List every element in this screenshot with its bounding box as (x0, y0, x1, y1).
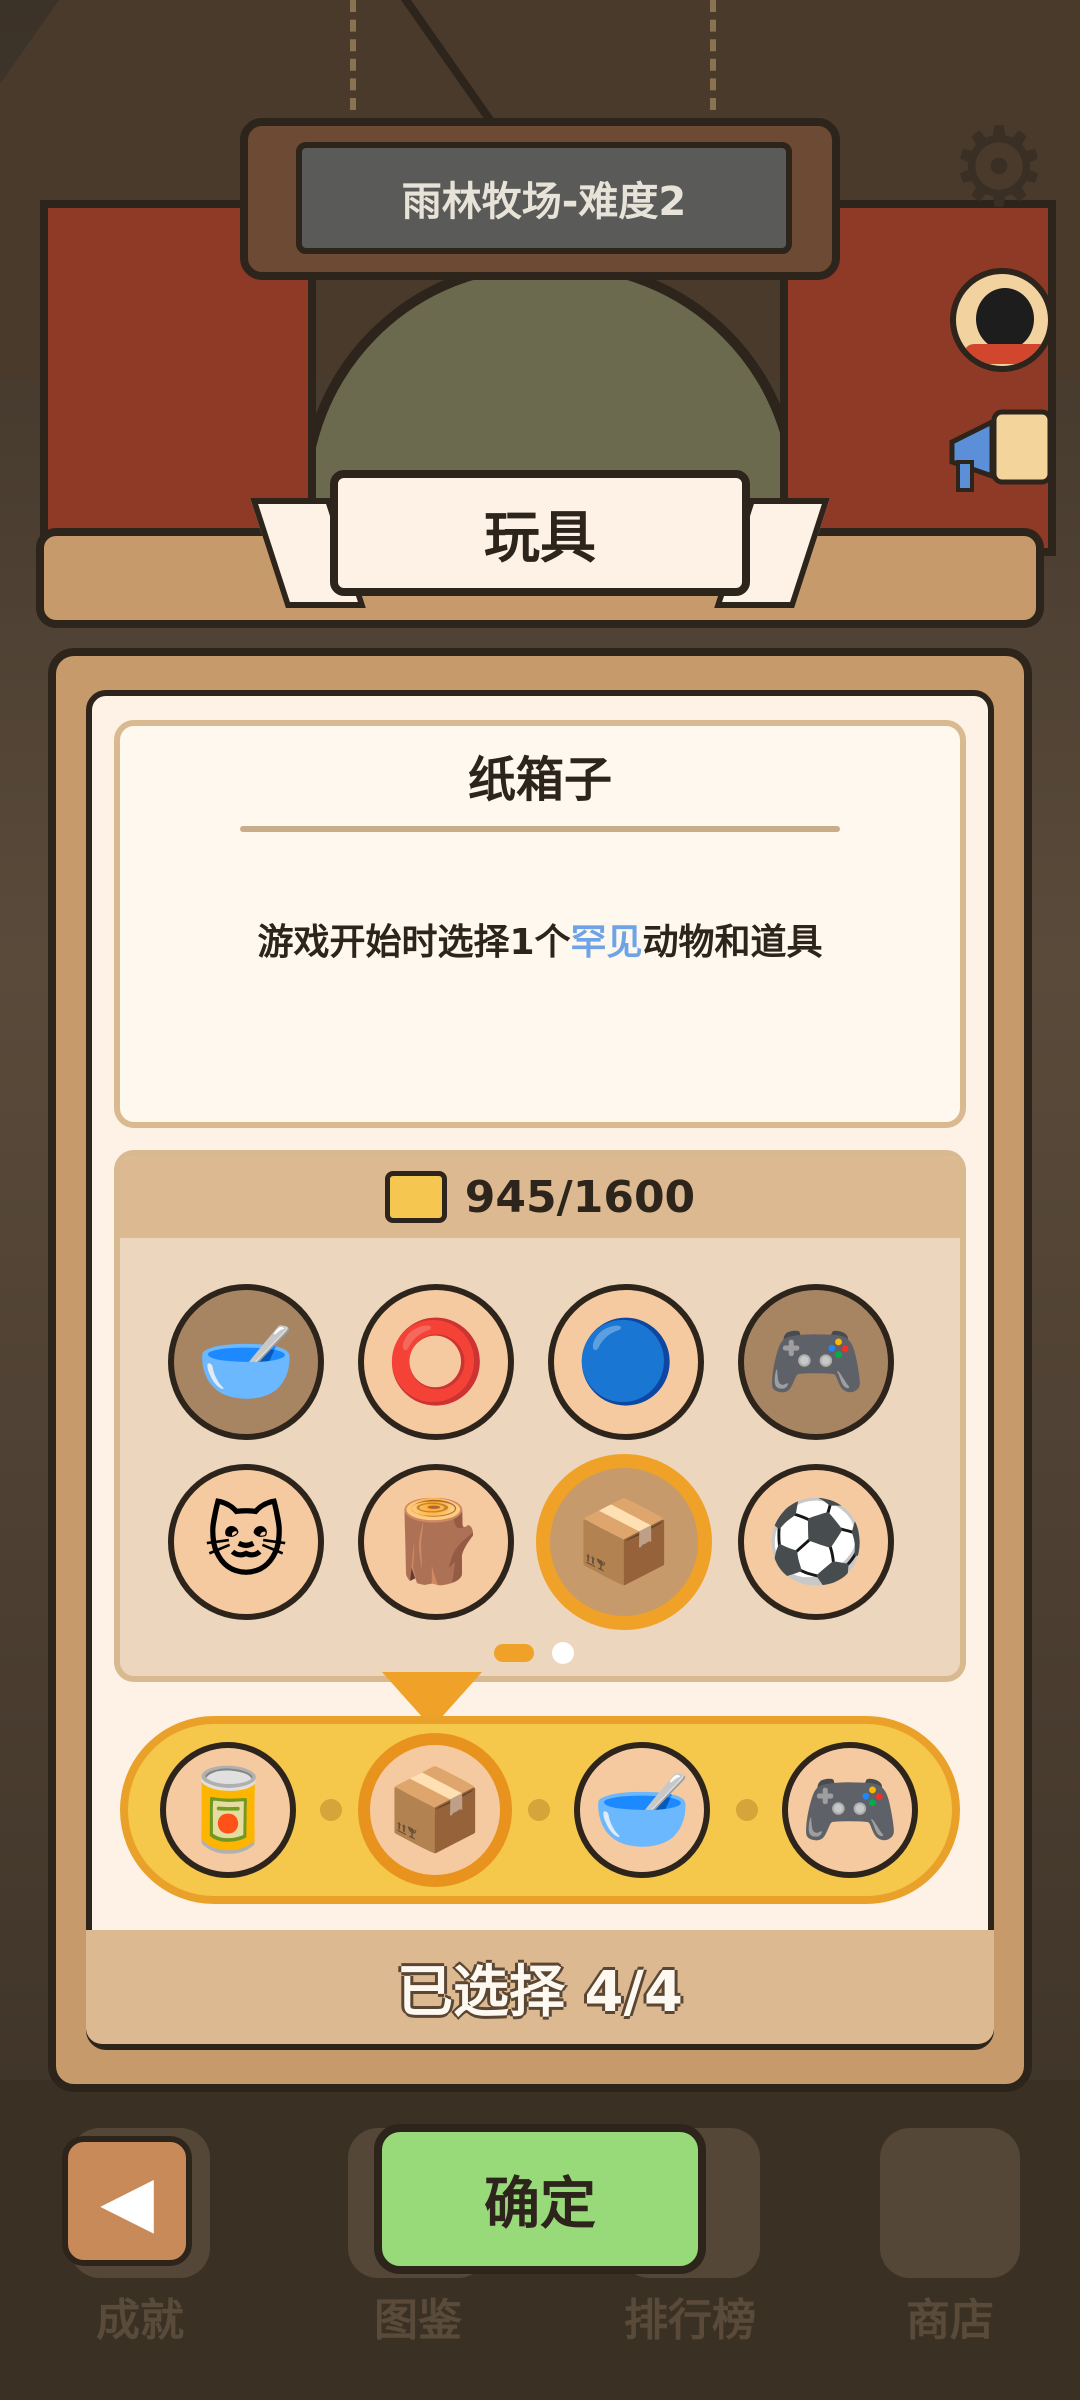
slot-separator (528, 1799, 550, 1821)
nav-shop[interactable]: 商店 (850, 2118, 1050, 2348)
pet-collar-icon: ⭕ (386, 1315, 486, 1408)
cat-tree-icon: 🪵 (386, 1495, 486, 1588)
page-indicator[interactable] (552, 1642, 574, 1664)
slot-separator (736, 1799, 758, 1821)
game-console-icon: 🎮 (800, 1763, 900, 1856)
slot-separator (320, 1799, 342, 1821)
inventory-item[interactable]: 🪵 (358, 1464, 514, 1620)
title-divider (240, 826, 840, 832)
cat-doll-icon: 🐱 (204, 1495, 288, 1588)
food-can-icon: 🥫 (178, 1763, 278, 1856)
sign-chain (350, 0, 378, 110)
selected-slot[interactable]: 🎮 (782, 1742, 918, 1878)
panel-title: 玩具 (484, 505, 596, 571)
penguin-avatar-icon[interactable] (950, 268, 1054, 372)
gear-icon[interactable]: ⚙ (944, 112, 1054, 222)
spinning-toy-icon: 🔵 (576, 1315, 676, 1408)
nav-label: 图鉴 (374, 2295, 462, 2346)
shop-icon (880, 2128, 1020, 2278)
inventory-item[interactable]: 🐱 (168, 1464, 324, 1620)
item-description: 游戏开始时选择1个罕见动物和道具 (236, 912, 844, 974)
sign-chain (710, 0, 738, 110)
level-title: 雨林牧场-难度2 (401, 179, 687, 225)
item-name: 纸箱子 (467, 752, 612, 808)
level-sign-plate: 雨林牧场-难度2 (296, 142, 792, 254)
inventory-header: 945/1600 (120, 1156, 960, 1238)
brick-currency-icon (384, 1171, 447, 1223)
selected-slot-current[interactable]: 📦 (358, 1733, 512, 1887)
confirm-button[interactable]: 确定 (374, 2124, 706, 2274)
selected-slot[interactable]: 🥣 (574, 1742, 710, 1878)
megaphone-icon[interactable] (944, 402, 1056, 502)
inventory-item[interactable]: 🥣 (168, 1284, 324, 1440)
cardboard-box-icon: 📦 (385, 1763, 485, 1856)
cat-bowl-icon: 🥣 (592, 1763, 692, 1856)
nav-label: 成就 (96, 2295, 184, 2346)
inventory-item[interactable]: ⚽ (738, 1464, 894, 1620)
game-console-icon: 🎮 (766, 1315, 866, 1408)
inventory-item-selected[interactable]: 📦 (536, 1454, 712, 1630)
back-arrow-icon: ◀ (100, 2160, 154, 2242)
panel-title-ribbon: 玩具 (330, 470, 750, 596)
nav-label: 商店 (906, 2295, 994, 2346)
cat-bowl-icon: 🥣 (196, 1315, 296, 1408)
selected-slot[interactable]: 🥫 (160, 1742, 296, 1878)
confirm-label: 确定 (484, 2171, 596, 2237)
inventory-item[interactable]: 🎮 (738, 1284, 894, 1440)
selection-status-bar: 已选择 4/4 (86, 1930, 994, 2044)
description-text: 动物和道具 (642, 922, 823, 963)
inventory-count: 945/1600 (464, 1171, 696, 1223)
cardboard-box-icon: 📦 (574, 1495, 674, 1588)
nav-label: 排行榜 (624, 2295, 756, 2346)
avatar-scarf (964, 344, 1048, 364)
selection-status: 已选择 4/4 (397, 1959, 683, 2025)
description-text: 游戏开始时选择1个 (257, 922, 571, 963)
rarity-keyword: 罕见 (570, 922, 643, 963)
page-indicator-active[interactable] (494, 1644, 534, 1662)
balls-icon: ⚽ (766, 1495, 866, 1588)
inventory-item[interactable]: ⭕ (358, 1284, 514, 1440)
inventory-item[interactable]: 🔵 (548, 1284, 704, 1440)
avatar-face (976, 288, 1034, 350)
back-button[interactable]: ◀ (62, 2136, 192, 2266)
